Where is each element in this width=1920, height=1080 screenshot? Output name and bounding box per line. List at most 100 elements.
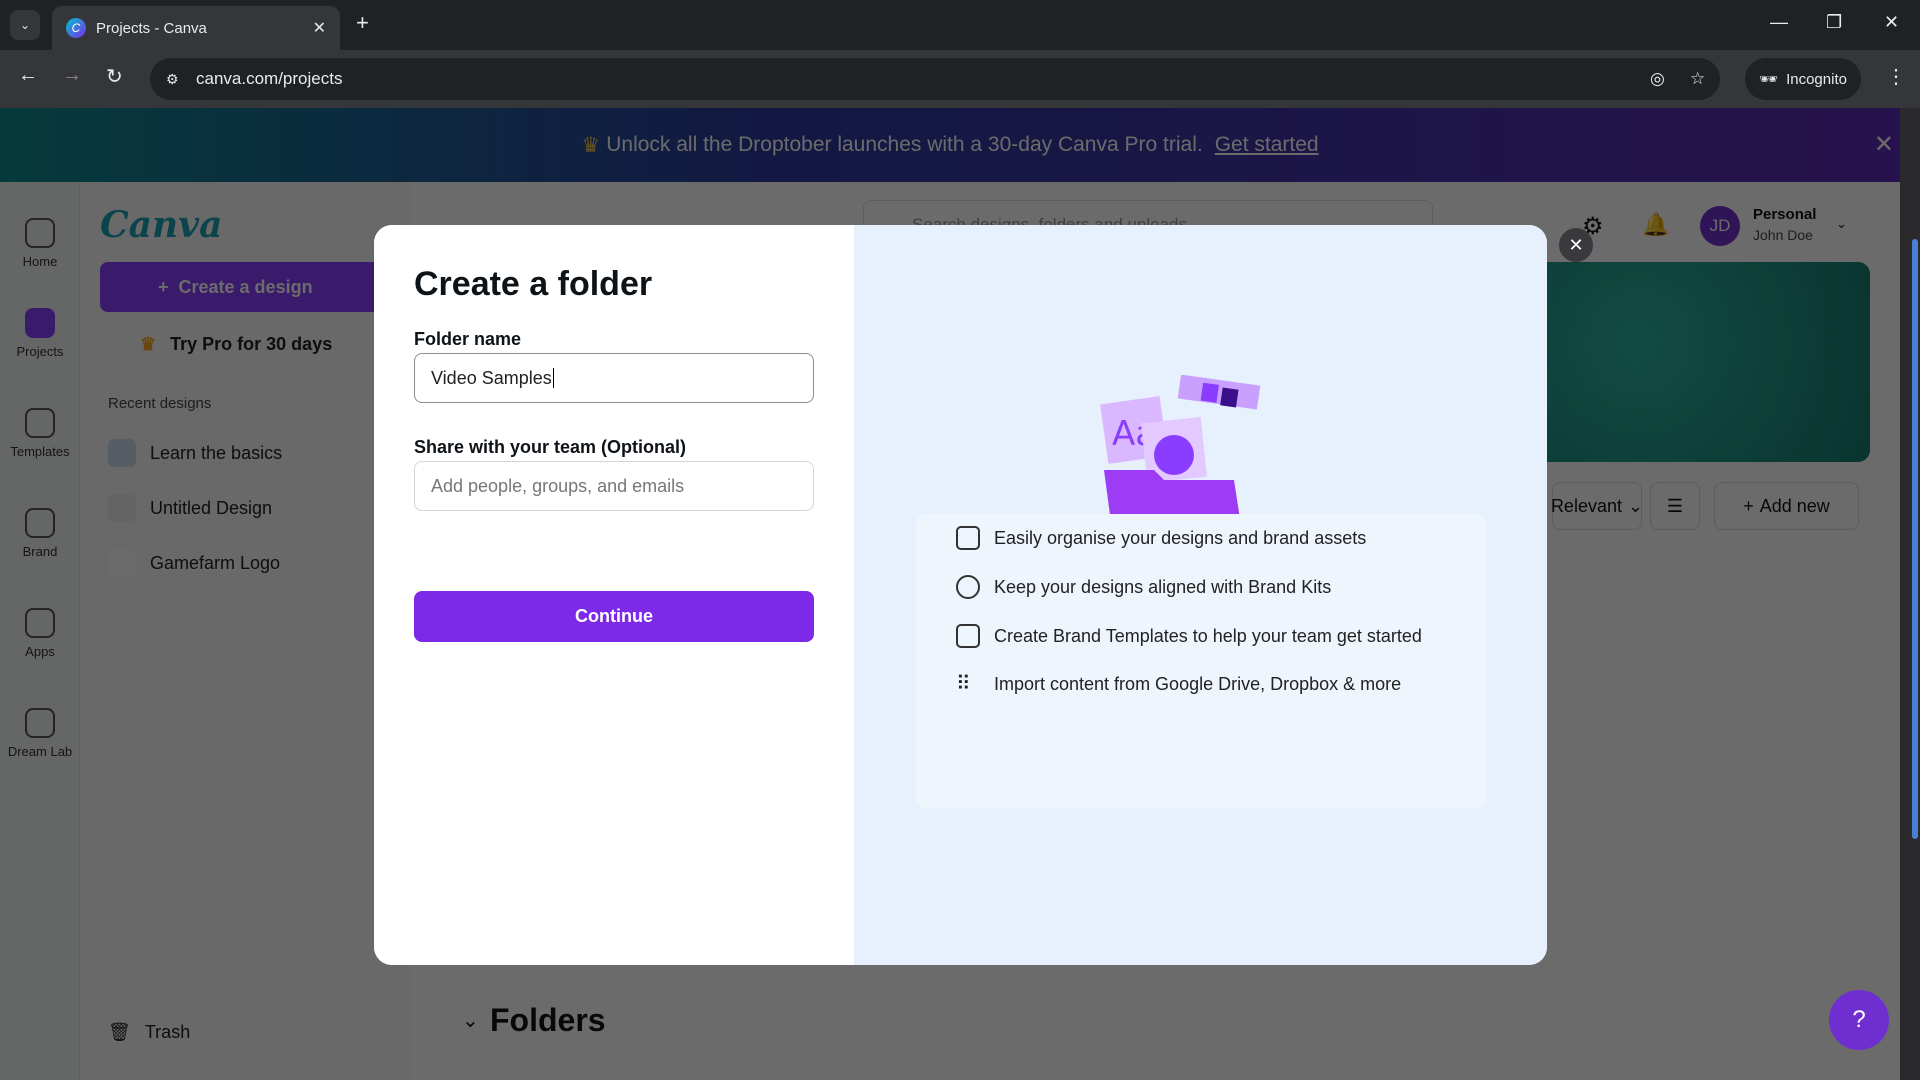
- create-label: Create a design: [178, 276, 313, 297]
- avatar[interactable]: JD: [1700, 206, 1740, 246]
- trash-button[interactable]: 🗑 Trash: [108, 1022, 190, 1043]
- feature-item: Create Brand Templates to help your team…: [956, 624, 1422, 648]
- incognito-icon: 🕶: [1759, 71, 1779, 88]
- add-new-button[interactable]: + Add new: [1714, 482, 1859, 530]
- design-thumbnail: [108, 439, 136, 467]
- notifications-bell-icon[interactable]: 🔔: [1642, 212, 1669, 238]
- templates-icon: [25, 408, 55, 438]
- forward-button[interactable]: →: [62, 64, 82, 87]
- folders-heading: Folders: [490, 1002, 606, 1038]
- new-tab-button[interactable]: +: [356, 10, 369, 36]
- scrollbar[interactable]: [1912, 239, 1918, 839]
- share-input[interactable]: Add people, groups, and emails: [414, 461, 814, 511]
- dialog-info-pane: Aa Easily organise your designs and bran…: [854, 225, 1547, 965]
- promo-banner: ♛ Unlock all the Droptober launches with …: [0, 108, 1900, 182]
- dialog-title: Create a folder: [414, 265, 653, 303]
- crown-icon: ♛: [140, 334, 157, 354]
- back-button[interactable]: ←: [18, 64, 38, 87]
- folder-name-value: Video Samples: [431, 368, 552, 388]
- create-design-button[interactable]: + Create a design: [100, 262, 400, 312]
- incognito-badge[interactable]: 🕶 Incognito: [1745, 58, 1861, 100]
- try-pro-label: Try Pro for 30 days: [170, 334, 333, 354]
- sidebar-rail: Home Projects Templates Brand Apps Dream…: [0, 182, 80, 1080]
- recent-design-item[interactable]: Gamefarm Logo: [108, 549, 280, 577]
- star-icon[interactable]: ☆: [1690, 58, 1705, 100]
- account-type[interactable]: Personal: [1753, 206, 1816, 223]
- apps-icon: [25, 608, 55, 638]
- feature-text: Create Brand Templates to help your team…: [994, 625, 1422, 646]
- folder-settings-icon: [956, 526, 980, 550]
- reload-button[interactable]: ↻: [106, 64, 123, 89]
- dialog-form: Create a folder Folder name Video Sample…: [374, 225, 854, 965]
- chevron-down-icon[interactable]: ⌄: [462, 1008, 479, 1033]
- tab-close-icon[interactable]: ✕: [313, 18, 326, 38]
- list-view-icon[interactable]: ☰: [1650, 482, 1700, 530]
- sort-dropdown[interactable]: Relevant ⌄: [1550, 482, 1644, 530]
- sidebar-label: Dream Lab: [7, 744, 73, 759]
- tab-search-button[interactable]: ⌄: [10, 10, 40, 40]
- feature-item: ⠿ Import content from Google Drive, Dropb…: [956, 672, 1401, 696]
- browser-menu-icon[interactable]: ⋮: [1886, 64, 1906, 89]
- canva-favicon-icon: C: [66, 18, 86, 38]
- sidebar-item-dream-lab[interactable]: Dream Lab: [0, 708, 80, 759]
- get-started-link[interactable]: Get started: [1215, 133, 1319, 157]
- help-button[interactable]: ?: [1829, 990, 1889, 1050]
- recent-design-item[interactable]: Learn the basics: [108, 439, 282, 467]
- sidebar-label: Projects: [16, 344, 64, 359]
- home-icon: [25, 218, 55, 248]
- continue-button[interactable]: Continue: [414, 591, 814, 642]
- feature-text: Keep your designs aligned with Brand Kit…: [994, 576, 1332, 597]
- browser-tab-bar: ⌄ C Projects - Canva ✕ + — ❐ ✕: [0, 0, 1920, 50]
- eye-off-icon[interactable]: ◎: [1650, 58, 1665, 100]
- sidebar-item-templates[interactable]: Templates: [0, 408, 80, 459]
- add-new-label: Add new: [1759, 495, 1830, 516]
- folder-name-input[interactable]: Video Samples: [414, 353, 814, 403]
- feature-item: Easily organise your designs and brand a…: [956, 526, 1366, 550]
- apps-grid-icon: ⠿: [956, 673, 971, 695]
- projects-panel: Canva + Create a design ♛ Try Pro for 30 d…: [80, 182, 410, 1080]
- feature-text: Import content from Google Drive, Dropbo…: [994, 673, 1402, 694]
- recent-design-item[interactable]: Untitled Design: [108, 494, 272, 522]
- brand-icon: [25, 508, 55, 538]
- chevron-down-icon[interactable]: ⌄: [1836, 216, 1847, 232]
- design-thumbnail: [108, 494, 136, 522]
- sidebar-label: Brand: [22, 544, 58, 559]
- banner-close-icon[interactable]: ✕: [1874, 130, 1894, 159]
- minimize-button[interactable]: —: [1770, 12, 1788, 33]
- plus-icon: +: [1743, 495, 1754, 516]
- sidebar-label: Apps: [25, 644, 55, 659]
- text-cursor: [552, 368, 554, 388]
- share-label: Share with your team (Optional): [414, 437, 687, 457]
- sidebar-label: Templates: [10, 444, 70, 459]
- recent-label: Learn the basics: [150, 442, 283, 463]
- tab-title: Projects - Canva: [96, 19, 207, 37]
- sidebar-item-projects[interactable]: Projects: [0, 308, 80, 359]
- crown-icon: ♛: [581, 133, 601, 157]
- trash-label: Trash: [144, 1022, 191, 1042]
- window-close-button[interactable]: ✕: [1884, 12, 1899, 33]
- folder-name-label: Folder name: [414, 329, 522, 349]
- recent-designs-heading: Recent designs: [108, 395, 212, 412]
- try-pro-button[interactable]: ♛ Try Pro for 30 days: [140, 334, 332, 355]
- create-folder-dialog: Create a folder Folder name Video Sample…: [374, 225, 1547, 965]
- incognito-label: Incognito: [1786, 70, 1847, 88]
- site-info-icon[interactable]: ⚙: [166, 58, 179, 100]
- sort-label: Relevant: [1550, 495, 1622, 516]
- restore-button[interactable]: ❐: [1826, 12, 1842, 33]
- url-text: canva.com/projects: [196, 69, 343, 88]
- canva-logo[interactable]: Canva: [100, 204, 222, 246]
- address-bar-row: ← → ↻ ⚙ canva.com/projects ◎ ☆ 🕶 Incognito …: [0, 50, 1920, 108]
- sidebar-label: Home: [22, 254, 58, 269]
- browser-tab[interactable]: C Projects - Canva ✕: [52, 6, 340, 50]
- brand-kit-icon: [956, 575, 980, 599]
- trash-icon: 🗑: [108, 1022, 131, 1042]
- sidebar-item-brand[interactable]: Brand: [0, 508, 80, 559]
- url-field[interactable]: ⚙ canva.com/projects ◎ ☆: [150, 58, 1720, 100]
- sidebar-item-home[interactable]: Home: [0, 218, 80, 269]
- dialog-close-button[interactable]: ✕: [1559, 228, 1593, 262]
- sidebar-item-apps[interactable]: Apps: [0, 608, 80, 659]
- banner-text: Unlock all the Droptober launches with a…: [606, 133, 1203, 156]
- recent-label: Untitled Design: [150, 497, 273, 518]
- user-name[interactable]: John Doe: [1753, 227, 1813, 243]
- chevron-down-icon: ⌄: [1627, 495, 1644, 516]
